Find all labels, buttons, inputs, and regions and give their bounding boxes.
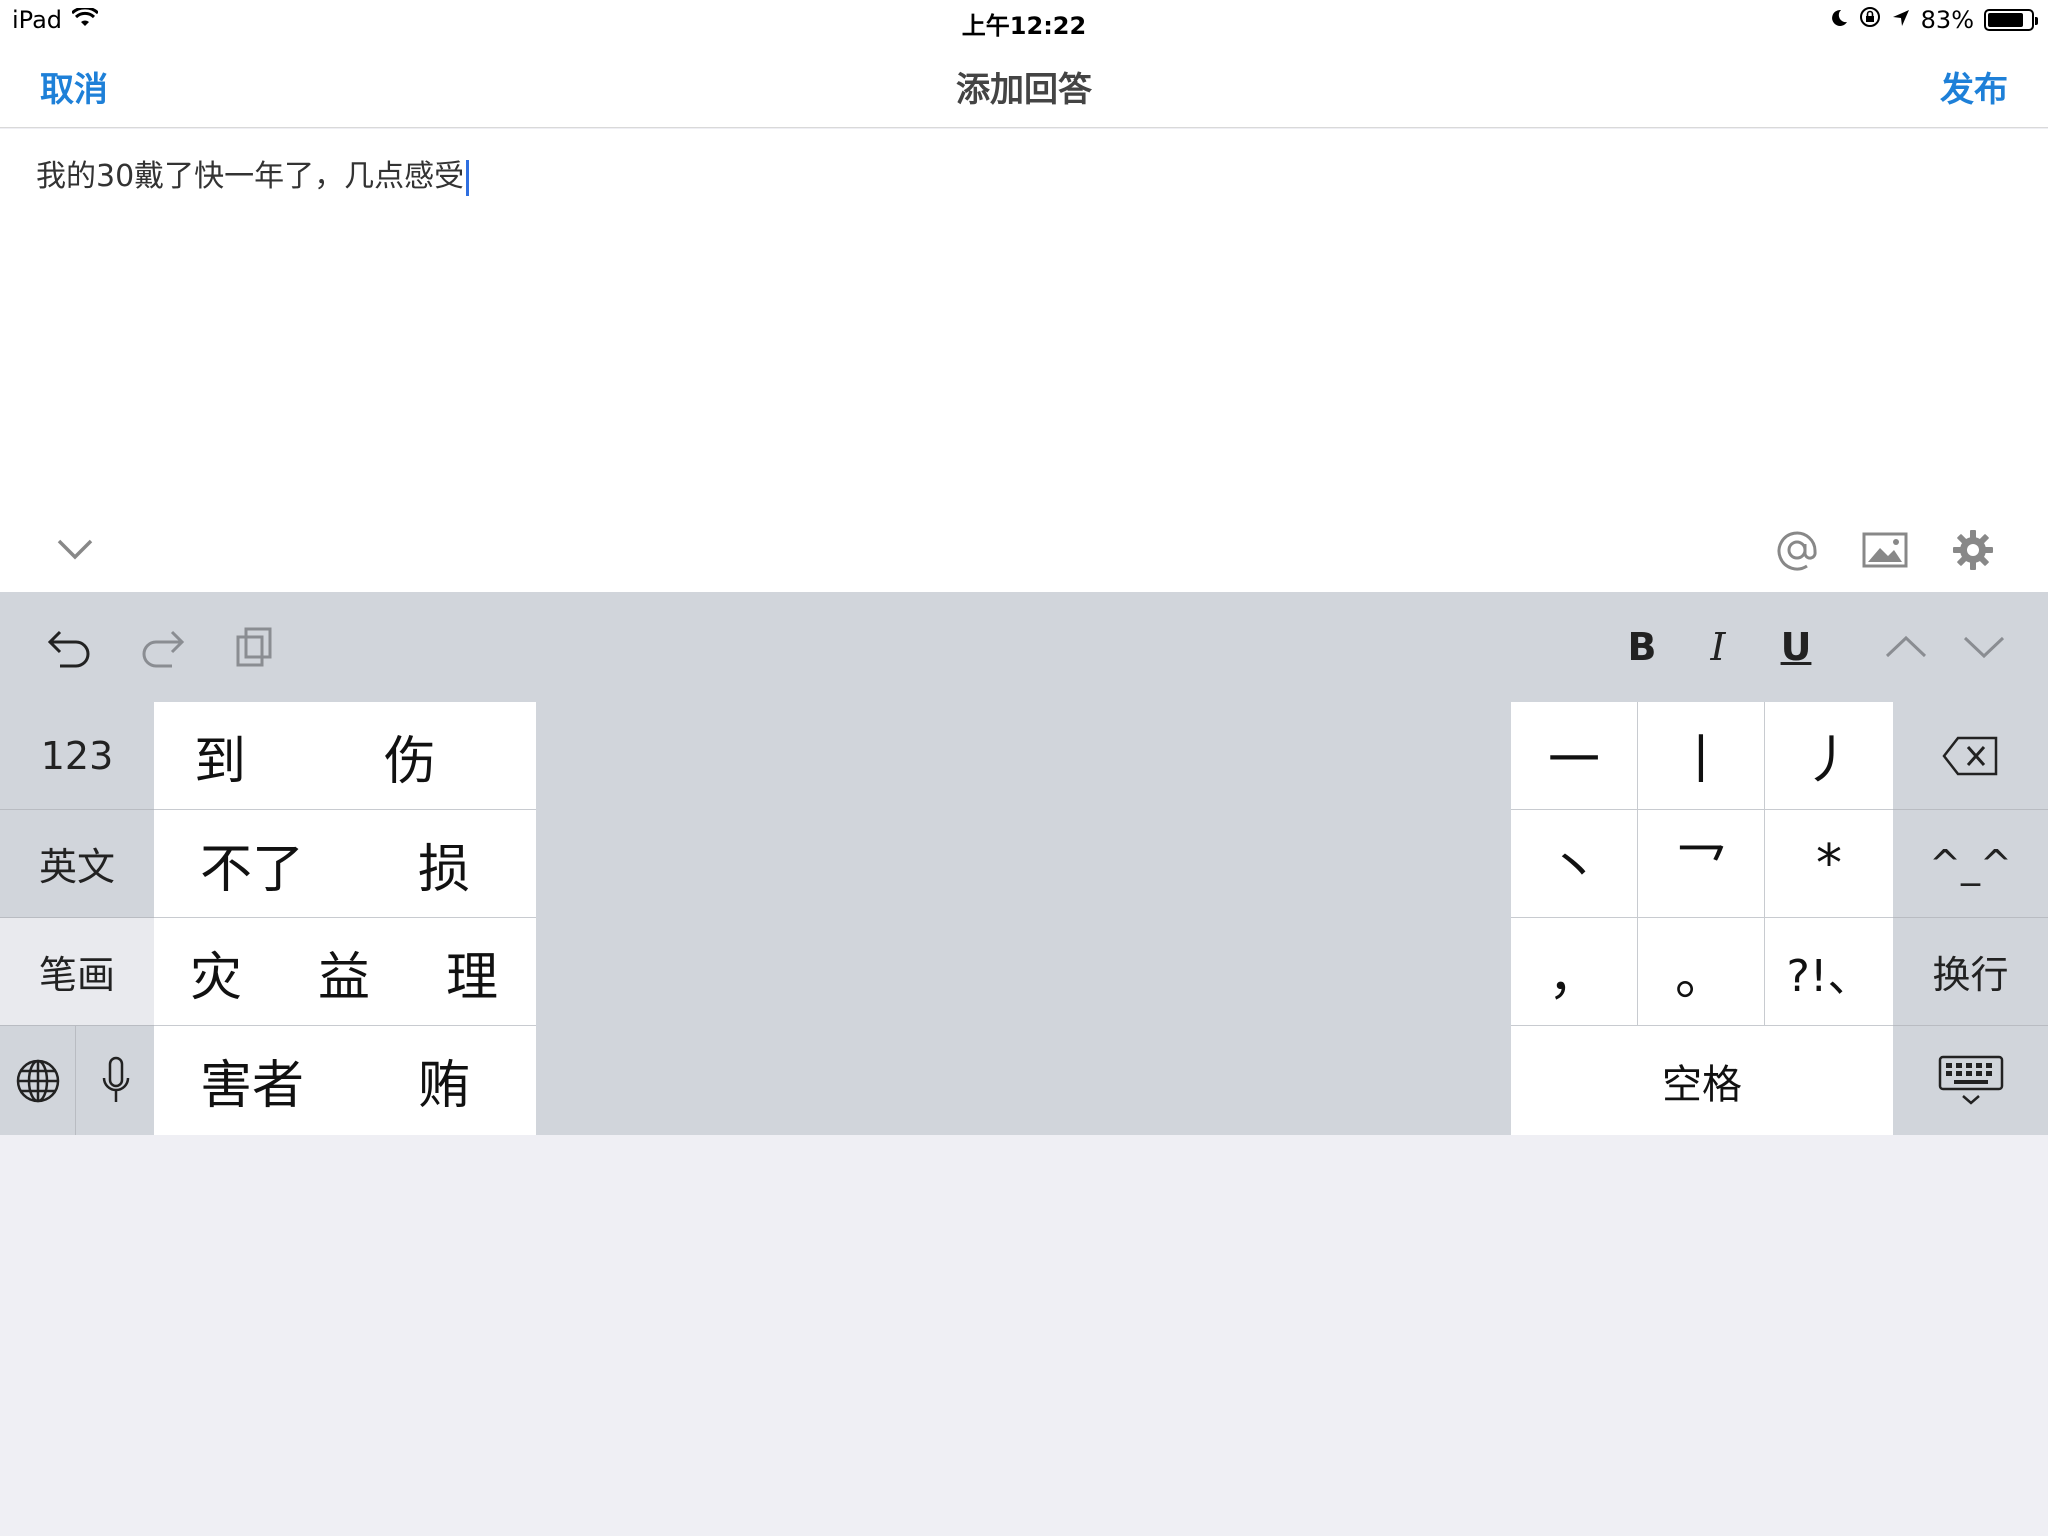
image-icon[interactable] xyxy=(1860,525,1910,575)
status-bar: iPad 上午12:22 83% xyxy=(0,0,2048,40)
status-time: 上午12:22 xyxy=(961,12,1087,40)
globe-icon[interactable] xyxy=(0,1026,76,1135)
punctuation-key[interactable]: ?!、 xyxy=(1765,918,1893,1026)
candidate-word[interactable]: 益 xyxy=(318,918,370,1026)
stroke-key-grid: 一 丨 丿 丶 乛 * ， 。 ?!、 空格 xyxy=(1511,702,1893,1135)
answer-editor[interactable]: 我的30戴了快一年了，几点感受 xyxy=(0,129,2048,592)
page-title: 添加回答 xyxy=(956,70,1092,110)
candidate-word[interactable]: 害者 xyxy=(200,1026,304,1134)
chevron-up-icon[interactable] xyxy=(1876,622,1936,672)
moon-icon xyxy=(1829,6,1849,34)
navigation-bar: 取消 添加回答 发布 xyxy=(0,40,2048,128)
stroke-key-dot[interactable]: 丶 xyxy=(1511,810,1638,918)
editor-content[interactable]: 我的30戴了快一年了，几点感受 xyxy=(36,151,470,196)
location-icon xyxy=(1891,6,1911,34)
backspace-icon[interactable] xyxy=(1893,702,2048,810)
keyboard-left-column: 123 英文 笔画 xyxy=(0,702,154,1135)
keyboard-right-column: ^_^ 换行 xyxy=(1893,702,2048,1135)
numbers-key[interactable]: 123 xyxy=(0,702,154,810)
collapse-chevron-icon[interactable] xyxy=(50,525,100,575)
keyboard-dismiss-icon[interactable] xyxy=(1893,1026,2048,1135)
candidate-row: 不了 损 xyxy=(154,810,536,918)
microphone-icon[interactable] xyxy=(77,1026,154,1135)
period-key[interactable]: 。 xyxy=(1638,918,1765,1026)
undo-icon[interactable] xyxy=(40,622,100,672)
redo-icon[interactable] xyxy=(132,622,192,672)
candidate-row: 到 伤 xyxy=(154,702,536,810)
editor-text: 我的30戴了快一年了，几点感受 xyxy=(36,159,465,194)
stroke-key-wildcard[interactable]: * xyxy=(1765,810,1893,918)
publish-button[interactable]: 发布 xyxy=(1940,62,2008,111)
italic-button[interactable]: I xyxy=(1688,622,1748,672)
text-caret xyxy=(466,159,470,196)
candidate-word[interactable]: 贿 xyxy=(418,1026,470,1134)
chevron-down-icon[interactable] xyxy=(1954,622,2014,672)
candidate-word[interactable]: 理 xyxy=(446,918,498,1026)
keyboard-toolbar: B I U xyxy=(0,592,2048,702)
handwriting-stroke-keyboard: B I U 123 英文 笔画 到 伤 不了 损 灾 益 理 害者 贿 一 丨 … xyxy=(0,592,2048,1135)
underline-button[interactable]: U xyxy=(1766,622,1826,672)
stroke-key-vertical[interactable]: 丨 xyxy=(1638,702,1765,810)
battery-percent: 83% xyxy=(1920,6,1974,34)
mention-icon[interactable] xyxy=(1772,525,1822,575)
candidate-word[interactable]: 灾 xyxy=(190,918,242,1026)
stroke-key-turning[interactable]: 乛 xyxy=(1638,810,1765,918)
comma-key[interactable]: ， xyxy=(1511,918,1638,1026)
stroke-key-left-falling[interactable]: 丿 xyxy=(1765,702,1893,810)
bold-button[interactable]: B xyxy=(1612,622,1672,672)
english-key[interactable]: 英文 xyxy=(0,810,154,918)
candidate-panel: 到 伤 不了 损 灾 益 理 害者 贿 xyxy=(154,702,536,1135)
settings-gear-icon[interactable] xyxy=(1948,525,1998,575)
candidate-word[interactable]: 到 xyxy=(194,702,246,810)
candidate-word[interactable]: 不了 xyxy=(200,810,304,918)
space-key[interactable]: 空格 xyxy=(1511,1026,1893,1135)
battery-fill xyxy=(1988,13,2023,27)
stroke-key-horizontal[interactable]: 一 xyxy=(1511,702,1638,810)
candidate-row: 害者 贿 xyxy=(154,1026,536,1134)
candidate-word[interactable]: 损 xyxy=(418,810,470,918)
candidate-row: 灾 益 理 xyxy=(154,918,536,1026)
battery-icon xyxy=(1984,9,2038,31)
orientation-lock-icon xyxy=(1859,6,1881,34)
candidate-word[interactable]: 伤 xyxy=(384,702,436,810)
paste-icon[interactable] xyxy=(224,622,284,672)
return-key[interactable]: 换行 xyxy=(1893,918,2048,1026)
stroke-mode-key[interactable]: 笔画 xyxy=(0,918,154,1026)
emoticon-key[interactable]: ^_^ xyxy=(1893,810,2048,918)
